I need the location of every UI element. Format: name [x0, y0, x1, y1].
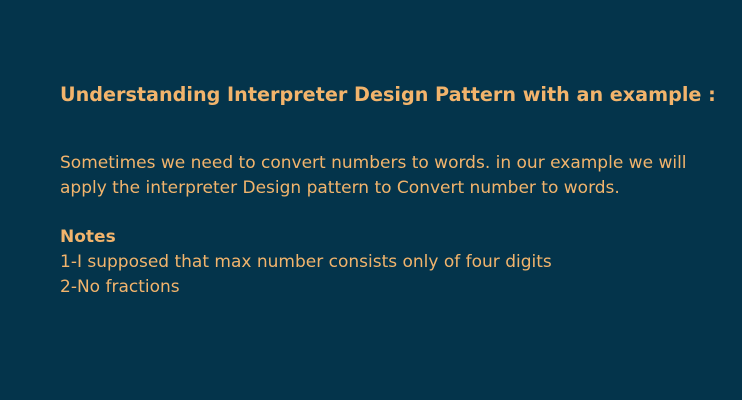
page-title: Understanding Interpreter Design Pattern…	[60, 83, 716, 106]
intro-line-1: Sometimes we need to convert numbers to …	[60, 153, 687, 173]
notes-section: Notes 1-I supposed that max number consi…	[60, 225, 702, 300]
content-slide: Understanding Interpreter Design Pattern…	[0, 0, 742, 400]
note-item-2: 2-No fractions	[60, 277, 180, 297]
intro-paragraph: Sometimes we need to convert numbers to …	[60, 151, 702, 201]
note-item-1: 1-I supposed that max number consists on…	[60, 252, 552, 272]
notes-heading: Notes	[60, 227, 116, 247]
intro-line-2: apply the interpreter Design pattern to …	[60, 178, 620, 198]
